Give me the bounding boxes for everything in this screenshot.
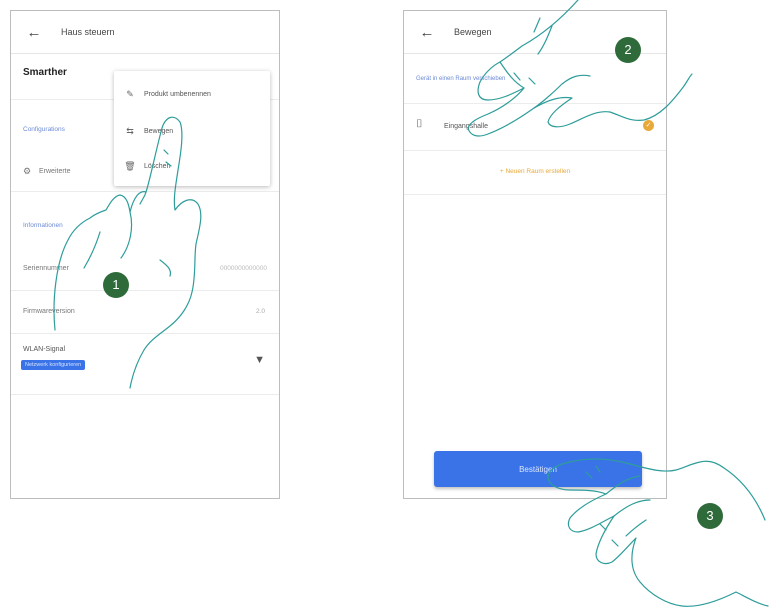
move-icon: ⇆ — [126, 126, 134, 136]
phone-screen-right: ← Bewegen Gerät in einen Raum verschiebe… — [403, 10, 667, 499]
device-name: Smarther — [23, 67, 67, 78]
menu-item-label: Bewegen — [144, 128, 174, 135]
menu-item-rename[interactable]: ✎ Produkt umbenennen — [124, 89, 211, 100]
hand-3-finger-line — [613, 499, 651, 517]
info-section-label: Informationen — [23, 222, 63, 229]
back-arrow-icon[interactable]: ← — [19, 24, 49, 41]
advanced-label: Erweiterte — [39, 168, 71, 175]
wlan-configure-chip[interactable]: Netzwerk konfigurieren — [21, 360, 86, 370]
serial-row: Seriennummer 0000000000000 — [11, 248, 279, 291]
serial-label: Seriennummer — [23, 265, 69, 272]
step-badge-1: 1 — [103, 272, 129, 298]
confirm-button[interactable]: Bestätigen — [434, 451, 642, 487]
menu-item-label: Produkt umbenennen — [144, 91, 211, 98]
menu-item-move[interactable]: ⇆ Bewegen — [124, 126, 173, 137]
door-icon: ⌷ — [416, 118, 423, 130]
chevron-down-icon[interactable]: ▼ — [254, 354, 265, 366]
config-section-label: Configurations — [23, 126, 65, 133]
firmware-value: 2.0 — [255, 308, 265, 315]
room-item[interactable]: ⌷ Eingangshalle ✓ — [404, 103, 666, 151]
wlan-row[interactable]: WLAN-Signal Netzwerk konfigurieren ▼ — [11, 334, 279, 395]
settings-gear-icon: ⚙ — [23, 166, 32, 176]
pencil-icon: ✎ — [126, 89, 134, 99]
hand-3-knuckle-line — [611, 539, 619, 547]
firmware-label: Firmwareversion — [23, 308, 75, 315]
context-menu: ✎ Produkt umbenennen ⇆ Bewegen 🗑 Löschen — [114, 71, 270, 186]
room-name: Eingangshalle — [444, 123, 488, 130]
back-arrow-icon[interactable]: ← — [412, 24, 442, 41]
serial-value: 0000000000000 — [220, 265, 267, 272]
screen-title: Haus steuern — [61, 27, 115, 37]
selected-check-icon: ✓ — [643, 120, 654, 131]
info-section: Informationen — [11, 192, 279, 247]
wlan-label: WLAN-Signal — [23, 346, 66, 353]
firmware-row: Firmwareversion 2.0 — [11, 291, 279, 334]
hand-3-knuckle-line — [599, 523, 607, 531]
menu-item-label: Löschen — [144, 163, 171, 170]
hand-3-knuckle-line — [625, 519, 647, 537]
screen-title: Bewegen — [454, 27, 492, 37]
trash-icon: 🗑 — [124, 161, 136, 171]
new-room-row[interactable]: + Neuen Raum erstellen — [404, 150, 666, 195]
phone-screen-left: ← Haus steuern Smarther Configurations ⚙… — [10, 10, 280, 499]
new-room-link[interactable]: Neuen Raum erstellen — [505, 168, 570, 175]
top-bar: ← Haus steuern — [11, 11, 279, 54]
info-text: Gerät in einen Raum verschieben — [416, 76, 506, 82]
menu-item-delete[interactable]: 🗑 Löschen — [124, 161, 170, 172]
step-badge-2: 2 — [615, 37, 641, 63]
step-badge-3: 3 — [697, 503, 723, 529]
